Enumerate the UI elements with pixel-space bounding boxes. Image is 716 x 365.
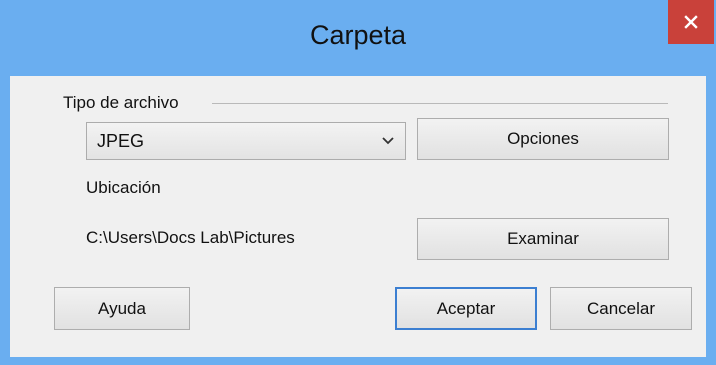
file-type-group-label: Tipo de archivo <box>63 93 185 113</box>
browse-button-label: Examinar <box>507 229 579 248</box>
accept-button-label: Aceptar <box>436 298 496 318</box>
title-bar[interactable]: Carpeta <box>0 0 716 76</box>
dialog-title: Carpeta <box>309 20 407 50</box>
close-button[interactable] <box>668 0 714 44</box>
accept-button[interactable]: Aceptar <box>395 287 537 330</box>
browse-button[interactable]: Examinar <box>417 218 669 260</box>
location-path: C:\Users\Docs Lab\Pictures <box>86 228 295 247</box>
chevron-down-icon <box>382 137 394 145</box>
help-button[interactable]: Ayuda <box>54 287 190 330</box>
close-icon <box>684 15 698 29</box>
group-divider <box>212 103 668 104</box>
file-type-selected-value: JPEG <box>97 131 145 151</box>
file-type-select[interactable]: JPEG <box>86 122 406 160</box>
cancel-button[interactable]: Cancelar <box>550 287 692 330</box>
options-button[interactable]: Opciones <box>417 118 669 160</box>
folder-dialog: Carpeta Tipo de archivo JPEG Opciones Ub… <box>0 0 716 365</box>
cancel-button-label: Cancelar <box>586 298 656 318</box>
location-label: Ubicación <box>86 178 161 197</box>
help-button-label: Ayuda <box>98 298 146 318</box>
options-button-label: Opciones <box>507 129 579 148</box>
